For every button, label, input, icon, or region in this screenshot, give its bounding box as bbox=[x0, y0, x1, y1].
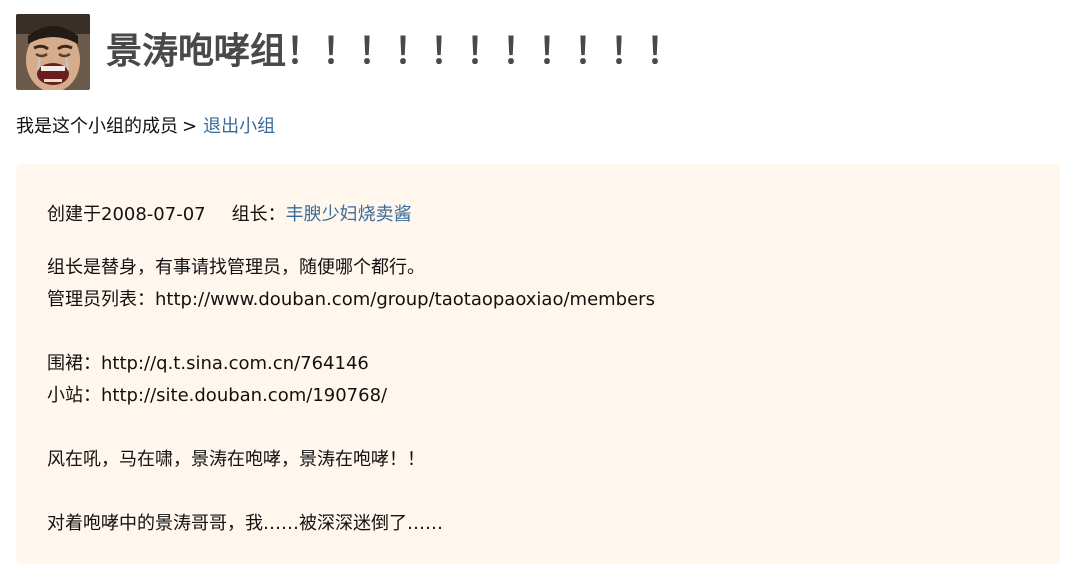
group-avatar[interactable] bbox=[16, 14, 90, 90]
description-line: 风在吼，马在啸，景涛在咆哮，景涛在咆哮！！ bbox=[47, 449, 425, 470]
group-meta: 创建于2008-07-07 组长：丰腴少妇烧卖酱 bbox=[47, 200, 655, 230]
crying-face-avatar-icon bbox=[16, 14, 90, 90]
membership-bar: 我是这个小组的成员 > 退出小组 bbox=[16, 113, 275, 141]
group-title: 景涛咆哮组！！！！！！！！！！！ bbox=[106, 31, 683, 72]
owner-label: 组长： bbox=[231, 204, 286, 225]
leave-group-link[interactable]: 退出小组 bbox=[203, 116, 275, 137]
description-line: 小站：http://site.douban.com/190768/ bbox=[47, 385, 388, 406]
group-info-content: 创建于2008-07-07 组长：丰腴少妇烧卖酱 组长是替身，有事请找管理员，随便… bbox=[47, 200, 655, 540]
description-line: 对着咆哮中的景涛哥哥，我……被深深迷倒了…… bbox=[47, 513, 443, 534]
membership-arrow: > bbox=[182, 116, 198, 137]
description-line: 围裙：http://q.t.sina.com.cn/764146 bbox=[47, 353, 369, 374]
description-line: 管理员列表：http://www.douban.com/group/taotao… bbox=[47, 289, 655, 310]
group-header: 景涛咆哮组！！！！！！！！！！！ bbox=[16, 14, 682, 90]
description-line: 组长是替身，有事请找管理员，随便哪个都行。 bbox=[47, 257, 425, 278]
owner-link[interactable]: 丰腴少妇烧卖酱 bbox=[286, 204, 412, 225]
created-date: 创建于2008-07-07 bbox=[47, 204, 206, 225]
group-info-box: 创建于2008-07-07 组长：丰腴少妇烧卖酱 组长是替身，有事请找管理员，随便… bbox=[16, 164, 1060, 564]
group-description: 组长是替身，有事请找管理员，随便哪个都行。 管理员列表：http://www.d… bbox=[47, 252, 655, 540]
membership-status: 我是这个小组的成员 bbox=[16, 116, 178, 137]
